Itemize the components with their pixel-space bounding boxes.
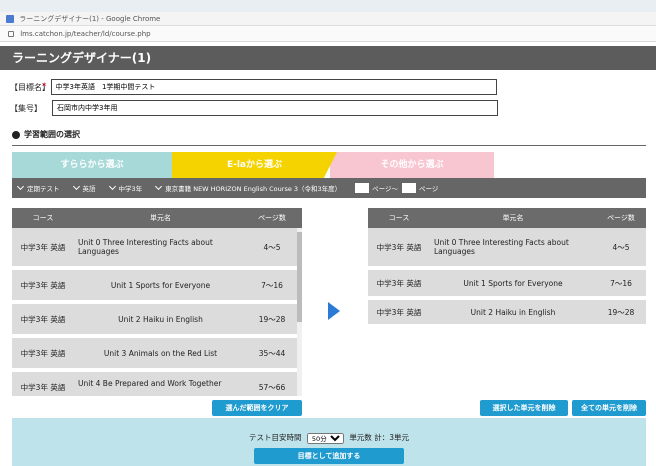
table-row[interactable]: 中学3年 英語 Unit 1 Sports for Everyone 7～16 (12, 270, 297, 304)
filter-test-type[interactable]: 定期テスト (16, 182, 60, 193)
page-from-input[interactable] (355, 183, 370, 193)
window-title: ラーニングデザイナー(1) - Google Chrome (19, 15, 161, 23)
filter-subject-label: 英語 (82, 185, 96, 193)
class-input[interactable] (52, 100, 498, 116)
selected-unit-table: コース 単元名 ページ数 中学3年 英語 Unit 0 Three Intere… (368, 208, 646, 328)
move-right-arrow-icon (328, 302, 340, 320)
goal-name-input[interactable] (50, 79, 497, 95)
cell-course: 中学3年 英語 (20, 280, 66, 290)
page-to-label: ページ (419, 185, 439, 193)
cell-unit: Unit 2 Haiku in English (470, 307, 556, 317)
table-row[interactable]: 中学3年 英語 Unit 2 Haiku in English 19～28 (368, 300, 646, 328)
header-course: コース (32, 214, 54, 222)
table-row[interactable]: 中学3年 英語 Unit 0 Three Interesting Facts a… (12, 228, 297, 270)
cell-course: 中学3年 英語 (20, 314, 66, 324)
filter-subject[interactable]: 英語 (72, 182, 96, 193)
delete-all-button[interactable]: 全ての単元を削除 (572, 400, 646, 416)
filter-test-type-label: 定期テスト (27, 185, 60, 193)
filter-grade-label: 中学3年 (118, 185, 143, 193)
delete-selected-button[interactable]: 選択した単元を削除 (480, 400, 568, 416)
cell-unit: Unit 1 Sports for Everyone (110, 280, 211, 290)
cell-course: 中学3年 英語 (20, 242, 66, 252)
cell-pages: 35～44 (258, 348, 286, 358)
time-label: テスト目安時間 (249, 433, 302, 442)
header-pages: ページ数 (258, 214, 286, 222)
source-unit-table: コース 単元名 ページ数 中学3年 英語 Unit 0 Three Intere… (12, 208, 302, 396)
cell-pages: 19～28 (258, 314, 286, 324)
time-row: テスト目安時間 50分 単元数 計：3単元 (12, 432, 646, 444)
filter-textbook[interactable]: 東京書籍 NEW HORIZON English Course 3（令和3年度） (155, 182, 342, 193)
table-row[interactable]: 中学3年 英語 Unit 4 Be Prepared and Work Toge… (12, 372, 297, 396)
page: ラーニングデザイナー(1) - Google Chrome lms.catcho… (0, 0, 656, 466)
filter-grade[interactable]: 中学3年 (108, 182, 143, 193)
cell-course: 中学3年 英語 (376, 242, 422, 252)
filter-bar: 定期テスト 英語 中学3年 東京書籍 NEW HORIZON English C… (12, 178, 646, 198)
cell-pages: 4～5 (612, 242, 630, 252)
cell-unit: Unit 2 Haiku in English (118, 314, 203, 324)
page-title: ラーニングデザイナー(1) (12, 51, 152, 65)
class-label: 【集号】 (10, 103, 42, 113)
chrome-favicon-icon (6, 15, 14, 23)
section-title: 学習範囲の選択 (24, 129, 80, 139)
tab-eta[interactable]: E-laから選ぶ (172, 152, 337, 178)
header-unit: 単元名 (502, 214, 524, 222)
table-row[interactable]: 中学3年 英語 Unit 2 Haiku in English 19～28 (12, 304, 297, 338)
unit-count-summary: 単元数 計：3単元 (349, 433, 409, 442)
chevron-down-icon (72, 182, 80, 191)
required-mark: * (42, 82, 47, 92)
bullet-icon (12, 130, 20, 139)
chevron-down-icon (155, 182, 163, 191)
table-row[interactable]: 中学3年 英語 Unit 1 Sports for Everyone 7～16 (368, 270, 646, 300)
tab-surala[interactable]: すららから選ぶ (12, 152, 172, 178)
table-row[interactable]: 中学3年 英語 Unit 0 Three Interesting Facts a… (368, 228, 646, 270)
cell-unit: Unit 0 Three Interesting Facts about Lan… (78, 238, 213, 256)
page-from-label: ページ～ (372, 185, 399, 193)
cell-pages: 57～66 (258, 383, 286, 392)
table-header: コース 単元名 ページ数 (368, 208, 646, 228)
address-bar[interactable]: lms.catchon.jp/teacher/ld/course.php (0, 26, 656, 42)
lock-icon (8, 31, 14, 37)
clear-selection-button[interactable]: 選んだ範囲をクリア (212, 400, 302, 416)
browser-titlebar: ラーニングデザイナー(1) - Google Chrome (0, 12, 656, 26)
cell-unit: Unit 0 Three Interesting Facts about Lan… (434, 238, 569, 256)
cell-pages: 7～16 (610, 278, 632, 288)
header-unit: 単元名 (150, 214, 171, 222)
chevron-down-icon (16, 182, 25, 191)
cell-course: 中学3年 英語 (376, 307, 422, 317)
source-tabs: すららから選ぶ その他から選ぶ E-laから選ぶ (12, 152, 646, 178)
url-text[interactable]: lms.catchon.jp/teacher/ld/course.php (20, 30, 150, 38)
filter-textbook-label: 東京書籍 NEW HORIZON English Course 3（令和3年度） (165, 185, 342, 193)
cell-pages: 19～28 (607, 307, 635, 317)
chevron-down-icon (108, 182, 116, 191)
cell-unit: Unit 3 Animals on the Red List (103, 348, 218, 358)
cell-pages: 4～5 (263, 242, 281, 252)
app-header: ラーニングデザイナー(1) (0, 46, 656, 70)
class-row: 【集号】 (10, 99, 498, 117)
table-row[interactable]: 中学3年 英語 Unit 3 Animals on the Red List 3… (12, 338, 297, 372)
tab-other[interactable]: その他から選ぶ (330, 152, 494, 178)
table-header: コース 単元名 ページ数 (12, 208, 302, 228)
cell-course: 中学3年 英語 (376, 278, 422, 288)
cell-unit: Unit 1 Sports for Everyone (463, 278, 563, 288)
cell-course: 中学3年 英語 (20, 383, 66, 392)
page-to-input[interactable] (402, 183, 417, 193)
add-goal-button[interactable]: 目標として追加する (254, 448, 404, 464)
cell-pages: 7～16 (261, 280, 283, 290)
top-band (0, 0, 656, 12)
header-pages: ページ数 (607, 214, 635, 222)
goal-row: 【目標名】 * (10, 78, 497, 96)
scrollbar-thumb[interactable] (297, 232, 302, 322)
bottom-panel: テスト目安時間 50分 単元数 計：3単元 目標として追加する (12, 418, 646, 466)
cell-unit: Unit 4 Be Prepared and Work Together (78, 379, 222, 388)
header-course: コース (388, 214, 410, 222)
section-heading: 学習範囲の選択 (12, 124, 646, 146)
time-select[interactable]: 50分 (306, 432, 344, 444)
cell-course: 中学3年 英語 (20, 348, 66, 358)
